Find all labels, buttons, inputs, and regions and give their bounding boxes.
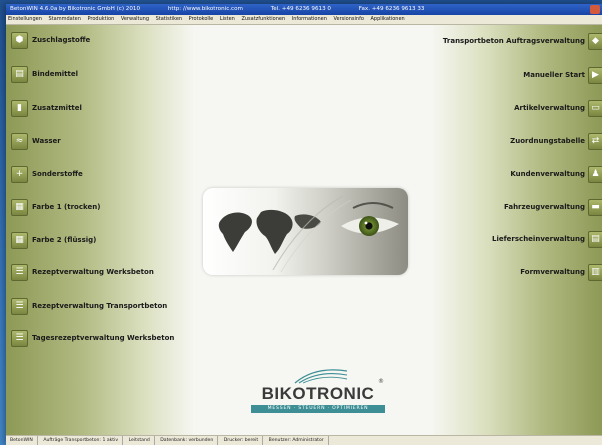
title-phone: Tel. +49 6236 9613 0 bbox=[270, 6, 331, 12]
continent-asia-shape bbox=[294, 214, 321, 229]
logo-swoosh-graphic bbox=[294, 369, 348, 384]
status-control-room: Leitstand bbox=[125, 436, 155, 445]
truck-icon: ◆ bbox=[588, 32, 602, 50]
button-fahrzeugverwaltung[interactable]: Fahrzeugverwaltung ▬ bbox=[504, 198, 602, 216]
logo-registered-mark: ® bbox=[378, 378, 384, 385]
button-zuschlagstoffe[interactable]: ⬢ Zuschlagstoffe bbox=[11, 31, 90, 49]
eye-highlight-shape bbox=[364, 221, 368, 225]
button-label: Artikelverwaltung bbox=[514, 104, 585, 112]
button-zuordnungstabelle[interactable]: Zuordnungstabelle ⇄ bbox=[510, 132, 602, 150]
status-orders: Aufträge Transportbeton: 1 aktiv bbox=[39, 436, 124, 445]
button-artikelverwaltung[interactable]: Artikelverwaltung ▭ bbox=[514, 99, 602, 117]
menu-verwaltung[interactable]: Verwaltung bbox=[121, 16, 149, 22]
left-button-panel: ⬢ Zuschlagstoffe ▤ Bindemittel ▮ Zusatzm… bbox=[6, 25, 194, 435]
bottle-icon: ▮ bbox=[11, 99, 28, 117]
button-tagesrezeptverwaltung-werksbeton[interactable]: ☰ Tagesrezeptverwaltung Werksbeton bbox=[11, 329, 174, 347]
title-web: http: //www.bikotronic.com bbox=[167, 6, 243, 12]
pigment-liquid-icon: ▦ bbox=[11, 231, 28, 249]
logo-wordmark: BIKOTRONIC bbox=[261, 384, 375, 403]
customer-icon: ♟ bbox=[588, 165, 602, 183]
menu-applikationen[interactable]: Applikationen bbox=[370, 16, 404, 22]
button-label: Farbe 2 (flüssig) bbox=[32, 236, 97, 244]
logo-tagline: MESSEN · STEUERN · OPTIMIEREN bbox=[251, 405, 385, 413]
delivery-note-icon: ▤ bbox=[588, 230, 602, 248]
pigment-dry-icon: ▦ bbox=[11, 198, 28, 216]
menu-statistiken[interactable]: Statistiken bbox=[156, 16, 182, 22]
button-rezeptverwaltung-werksbeton[interactable]: ☰ Rezeptverwaltung Werksbeton bbox=[11, 263, 154, 281]
button-lieferscheinverwaltung[interactable]: Lieferscheinverwaltung ▤ bbox=[492, 230, 602, 248]
continent-americas-shape bbox=[218, 212, 252, 252]
button-transportbeton-auftragsverwaltung[interactable]: Transportbeton Auftragsverwaltung ◆ bbox=[443, 32, 602, 50]
menu-versionsinfo[interactable]: Versionsinfo bbox=[334, 16, 364, 22]
button-label: Manueller Start bbox=[523, 71, 585, 79]
status-app: BetonWIN bbox=[6, 436, 38, 445]
table-icon: ⇄ bbox=[588, 132, 602, 150]
plus-icon: + bbox=[11, 165, 28, 183]
button-manueller-start[interactable]: Manueller Start ▶ bbox=[523, 66, 602, 84]
button-label: Zuschlagstoffe bbox=[32, 36, 91, 44]
sack-icon: ▤ bbox=[11, 65, 28, 83]
water-icon: ≈ bbox=[11, 132, 28, 150]
button-label: Formverwaltung bbox=[520, 268, 585, 276]
button-zusatzmittel[interactable]: ▮ Zusatzmittel bbox=[11, 99, 82, 117]
right-button-panel: Transportbeton Auftragsverwaltung ◆ Manu… bbox=[432, 25, 602, 435]
button-farbe-2[interactable]: ▦ Farbe 2 (flüssig) bbox=[11, 231, 96, 249]
article-icon: ▭ bbox=[588, 99, 602, 117]
button-label: Wasser bbox=[32, 137, 61, 145]
button-farbe-1[interactable]: ▦ Farbe 1 (trocken) bbox=[11, 198, 100, 216]
button-label: Lieferscheinverwaltung bbox=[492, 235, 585, 243]
menu-produktion[interactable]: Produktion bbox=[87, 16, 114, 22]
swoosh-line bbox=[280, 199, 352, 273]
recipe-icon: ☰ bbox=[11, 329, 28, 347]
title-fax: Fax. +49 6236 9613 33 bbox=[358, 6, 425, 12]
close-window-button[interactable] bbox=[590, 5, 600, 14]
button-formverwaltung[interactable]: Formverwaltung ▥ bbox=[520, 263, 602, 281]
stone-icon: ⬢ bbox=[11, 31, 28, 49]
title-bar: BetonWIN 4.6.0a by Bikotronic GmbH (c) 2… bbox=[6, 4, 602, 15]
main-window: BetonWIN 4.6.0a by Bikotronic GmbH (c) 2… bbox=[6, 4, 602, 445]
recipe-icon: ☰ bbox=[11, 297, 28, 315]
vehicle-icon: ▬ bbox=[588, 198, 602, 216]
button-label: Kundenverwaltung bbox=[510, 170, 585, 178]
menu-protokolle[interactable]: Protokolle bbox=[189, 16, 214, 22]
button-label: Zusatzmittel bbox=[32, 104, 82, 112]
menu-bar: Einstellungen Stammdaten Produktion Verw… bbox=[6, 15, 602, 25]
menu-informationen[interactable]: Informationen bbox=[292, 16, 327, 22]
world-map-eye-banner bbox=[203, 188, 408, 275]
button-kundenverwaltung[interactable]: Kundenverwaltung ♟ bbox=[510, 165, 602, 183]
button-label: Zuordnungstabelle bbox=[510, 137, 585, 145]
button-bindemittel[interactable]: ▤ Bindemittel bbox=[11, 65, 78, 83]
button-label: Rezeptverwaltung Transportbeton bbox=[32, 302, 168, 310]
menu-einstellungen[interactable]: Einstellungen bbox=[8, 16, 42, 22]
status-user: Benutzer: Administrator bbox=[265, 436, 329, 445]
button-label: Bindemittel bbox=[32, 70, 79, 78]
mold-icon: ▥ bbox=[588, 263, 602, 281]
button-sonderstoffe[interactable]: + Sonderstoffe bbox=[11, 165, 83, 183]
button-rezeptverwaltung-transportbeton[interactable]: ☰ Rezeptverwaltung Transportbeton bbox=[11, 297, 167, 315]
button-label: Tagesrezeptverwaltung Werksbeton bbox=[32, 334, 175, 342]
button-label: Rezeptverwaltung Werksbeton bbox=[32, 268, 154, 276]
status-printer: Drucker: bereit bbox=[220, 436, 264, 445]
title-app: BetonWIN 4.6.0a by Bikotronic GmbH (c) 2… bbox=[10, 6, 141, 12]
menu-zusatzfunktionen[interactable]: Zusatzfunktionen bbox=[241, 16, 285, 22]
bikotronic-logo: BIKOTRONIC ® MESSEN · STEUERN · OPTIMIER… bbox=[243, 368, 393, 416]
menu-stammdaten[interactable]: Stammdaten bbox=[49, 16, 81, 22]
eyebrow-shape bbox=[352, 202, 394, 209]
status-bar: BetonWIN Aufträge Transportbeton: 1 akti… bbox=[6, 435, 602, 445]
button-label: Transportbeton Auftragsverwaltung bbox=[442, 37, 585, 45]
banner-graphic bbox=[218, 195, 399, 273]
button-wasser[interactable]: ≈ Wasser bbox=[11, 132, 61, 150]
button-label: Farbe 1 (trocken) bbox=[32, 203, 101, 211]
button-label: Sonderstoffe bbox=[32, 170, 83, 178]
start-icon: ▶ bbox=[588, 66, 602, 84]
button-label: Fahrzeugverwaltung bbox=[503, 203, 585, 211]
recipe-icon: ☰ bbox=[11, 263, 28, 281]
status-database: Datenbank: verbunden bbox=[156, 436, 219, 445]
menu-listen[interactable]: Listen bbox=[220, 16, 235, 22]
